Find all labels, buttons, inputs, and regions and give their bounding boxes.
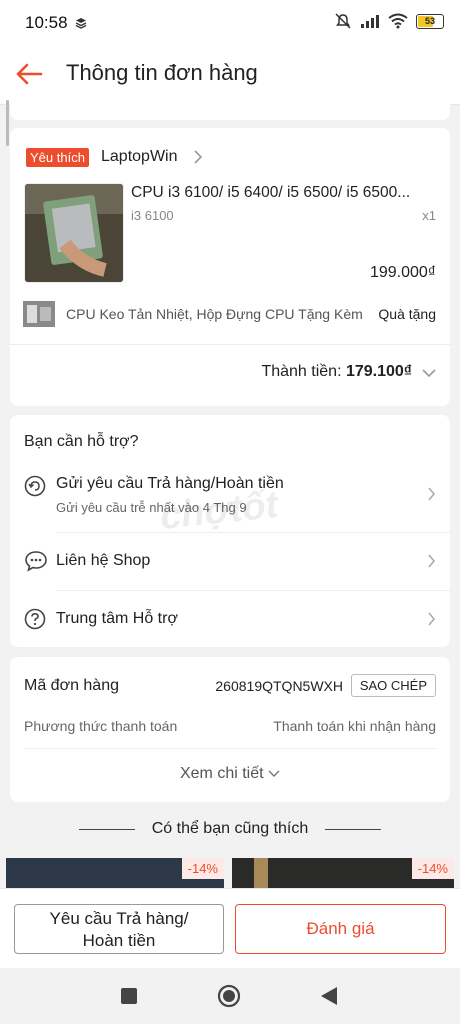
- signal-icon: [361, 15, 379, 28]
- support-item-label: Trung tâm Hỗ trợ: [56, 610, 178, 627]
- recommend-product-2[interactable]: -14%: [232, 858, 454, 890]
- return-refund-button[interactable]: Yêu cầu Trả hàng/ Hoàn tiền: [14, 904, 224, 954]
- view-details-link[interactable]: Xem chi tiết: [10, 765, 450, 783]
- status-bar: 10:58 53: [0, 0, 460, 44]
- chevron-right-icon: [428, 487, 436, 501]
- recent-apps-icon[interactable]: [120, 987, 138, 1005]
- help-icon: [24, 608, 46, 630]
- order-total[interactable]: Thành tiền: 179.100₫: [261, 363, 412, 381]
- support-item-help-center[interactable]: Trung tâm Hỗ trợ: [10, 591, 450, 647]
- divider-line: [325, 829, 381, 830]
- payment-method-label: Phương thức thanh toán: [24, 718, 178, 734]
- scroll-indicator: [6, 100, 9, 146]
- discount-badge: -14%: [411, 858, 454, 879]
- chevron-down-icon[interactable]: [422, 368, 436, 378]
- back-icon[interactable]: [319, 985, 339, 1007]
- gift-image: [23, 301, 55, 327]
- chevron-right-icon[interactable]: [193, 150, 203, 164]
- chevron-down-icon: [268, 770, 280, 777]
- gift-thumbnail: [23, 301, 55, 327]
- bottom-action-bar: Yêu cầu Trả hàng/ Hoàn tiền Đánh giá: [0, 888, 460, 969]
- back-arrow-icon[interactable]: [14, 59, 44, 89]
- support-item-label: Liên hệ Shop: [56, 552, 151, 569]
- product-quantity: x1: [422, 208, 436, 223]
- total-label: Thành tiền:: [261, 363, 346, 380]
- cpu-photo: [25, 184, 123, 282]
- order-id: 260819QTQN5WXH: [215, 678, 343, 694]
- gift-label: Quà tặng: [378, 306, 436, 322]
- battery-icon: 53: [416, 13, 444, 29]
- payment-method-value: Thanh toán khi nhận hàng: [273, 718, 436, 734]
- product-card: Yêu thích LaptopWin CPU i3 6100/ i5 6400…: [10, 128, 450, 406]
- mute-icon: [335, 13, 351, 29]
- total-value: 179.100₫: [345, 363, 412, 380]
- discount-badge: -14%: [181, 858, 224, 879]
- stack-icon: [75, 18, 87, 29]
- view-details-label: Xem chi tiết: [179, 765, 264, 782]
- return-label-line1: Yêu cầu Trả hàng/: [49, 909, 189, 928]
- order-id-label: Mã đơn hàng: [24, 677, 119, 694]
- wifi-icon: [388, 13, 408, 29]
- product-name[interactable]: CPU i3 6100/ i5 6400/ i5 6500/ i5 6500..…: [131, 184, 437, 202]
- return-label-line2: Hoàn tiền: [82, 931, 156, 950]
- copy-button[interactable]: SAO CHÉP: [350, 674, 436, 697]
- chevron-right-icon: [428, 554, 436, 568]
- product-image[interactable]: [24, 183, 124, 283]
- divider: [24, 748, 436, 749]
- status-time: 10:58: [25, 13, 68, 32]
- chat-icon: [25, 551, 47, 572]
- home-icon[interactable]: [217, 984, 241, 1008]
- support-title: Bạn cần hỗ trợ?: [24, 433, 139, 450]
- previous-section: [10, 104, 450, 120]
- favorite-shop-badge: Yêu thích: [26, 148, 89, 167]
- return-icon: [24, 475, 46, 497]
- page-title: Thông tin đơn hàng: [66, 60, 258, 85]
- product-price: 199.000₫: [369, 264, 436, 281]
- gift-description: CPU Keo Tản Nhiệt, Hộp Đựng CPU Tặng Kèm: [66, 306, 363, 322]
- rate-button[interactable]: Đánh giá: [235, 904, 446, 954]
- app-header: Thông tin đơn hàng: [0, 44, 460, 105]
- recommend-product-1[interactable]: -14%: [6, 858, 224, 890]
- product-image-detail: [254, 858, 268, 890]
- system-nav-bar: [0, 968, 460, 1024]
- chevron-right-icon: [428, 612, 436, 626]
- battery-level: 53: [424, 15, 435, 26]
- order-info-card: Mã đơn hàng 260819QTQN5WXH SAO CHÉP Phươ…: [10, 657, 450, 802]
- shop-name[interactable]: LaptopWin: [101, 148, 178, 166]
- product-variant: i3 6100: [131, 208, 174, 223]
- recommend-title: Có thể bạn cũng thích: [151, 820, 309, 837]
- divider: [10, 344, 450, 345]
- support-item-contact-shop[interactable]: Liên hệ Shop: [10, 533, 450, 590]
